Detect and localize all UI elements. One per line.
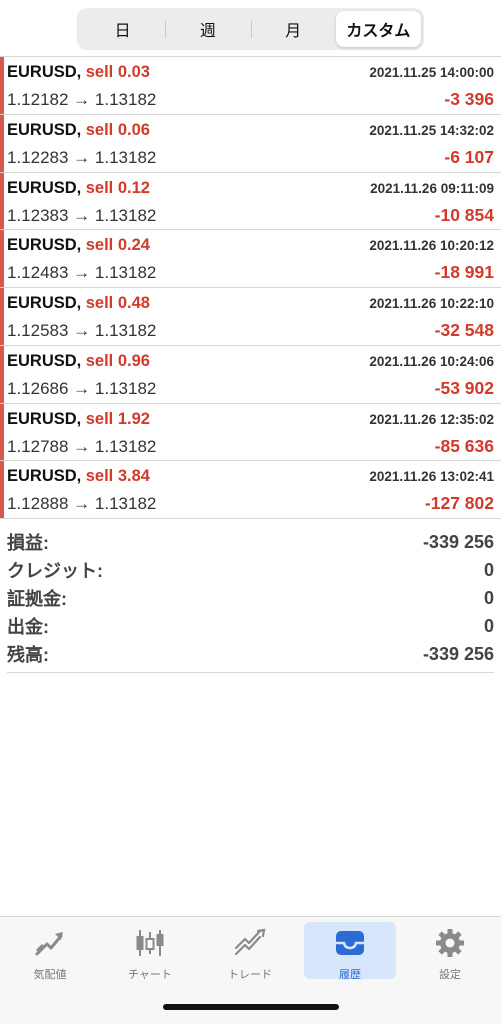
trade-prices: 1.12788 → 1.13182 — [7, 436, 157, 456]
trade-side-volume: sell 3.84 — [85, 467, 150, 486]
trade-prices: 1.12686 → 1.13182 — [7, 378, 157, 398]
period-tab-custom[interactable]: カスタム — [335, 11, 421, 47]
trade-profit: -127 802 — [424, 493, 494, 514]
trade-time: 2021.11.26 12:35:02 — [369, 411, 494, 427]
trade-prices: 1.12483 → 1.13182 — [7, 263, 157, 283]
trade-time: 2021.11.26 13:02:41 — [369, 469, 494, 485]
trade-symbol: EURUSD, — [7, 409, 82, 428]
summary-label: 損益: — [7, 533, 49, 553]
tab-label: 履歴 — [339, 969, 361, 981]
tab-trade[interactable]: トレード — [204, 922, 296, 981]
quotes-icon — [33, 922, 67, 963]
summary-balance-row: 残高: -339 256 — [7, 640, 494, 668]
period-segmented-control: 日 週 月 カスタム — [77, 8, 424, 50]
trade-symbol: EURUSD, — [7, 178, 82, 197]
trade-symbol: EURUSD, — [7, 236, 82, 255]
trade-profit: -53 902 — [434, 377, 494, 398]
trade-profit: -18 991 — [434, 262, 494, 283]
trade-side-volume: sell 0.24 — [85, 236, 150, 255]
tab-label: 気配値 — [33, 969, 67, 981]
trade-symbol: EURUSD, — [7, 351, 82, 370]
trade-time: 2021.11.25 14:32:02 — [369, 122, 494, 138]
summary-label: クレジット: — [7, 561, 103, 581]
history-inbox-icon — [333, 922, 367, 963]
tab-settings[interactable]: 設定 — [404, 922, 496, 981]
period-tab-day[interactable]: 日 — [80, 11, 165, 47]
trade-row[interactable]: EURUSD, sell 0.48 2021.11.26 10:22:10 1.… — [0, 288, 501, 346]
trade-row[interactable]: EURUSD, sell 3.84 2021.11.26 13:02:41 1.… — [0, 461, 501, 519]
candlestick-chart-icon — [133, 922, 167, 963]
trade-time: 2021.11.25 14:00:00 — [369, 65, 494, 80]
summary-value: -339 256 — [422, 643, 494, 664]
trade-time: 2021.11.26 10:20:12 — [369, 238, 494, 254]
summary-value: 0 — [483, 615, 494, 636]
tab-chart[interactable]: チャート — [104, 922, 196, 981]
summary-deposit-row: 証拠金: 0 — [7, 584, 494, 612]
summary-value: 0 — [483, 559, 494, 580]
trade-symbol: EURUSD, — [7, 120, 82, 139]
tab-label: トレード — [228, 969, 272, 981]
trade-row[interactable]: EURUSD, sell 0.06 2021.11.25 14:32:02 1.… — [0, 114, 501, 173]
period-tab-week[interactable]: 週 — [165, 11, 250, 47]
account-summary: 損益: -339 256 クレジット: 0 証拠金: 0 出金: 0 残高: -… — [7, 528, 494, 668]
trade-side-volume: sell 1.92 — [85, 409, 150, 428]
home-indicator — [163, 1004, 339, 1010]
trade-side-volume: sell 0.96 — [85, 351, 150, 370]
trade-time: 2021.11.26 09:11:09 — [370, 180, 494, 196]
trade-profit: -10 854 — [434, 204, 494, 225]
trade-row[interactable]: EURUSD, sell 0.12 2021.11.26 09:11:09 1.… — [0, 172, 501, 231]
trade-profit: -3 396 — [444, 89, 494, 109]
summary-value: -339 256 — [422, 531, 494, 552]
trade-symbol: EURUSD, — [7, 63, 82, 81]
trade-row[interactable]: EURUSD, sell 0.24 2021.11.26 10:20:12 1.… — [0, 230, 501, 288]
trade-prices: 1.12182 → 1.13182 — [7, 90, 157, 109]
trade-side-volume: sell 0.03 — [85, 63, 150, 81]
trade-symbol: EURUSD, — [7, 294, 82, 312]
summary-credit-row: クレジット: 0 — [7, 556, 494, 584]
trade-profit: -6 107 — [444, 146, 494, 167]
trade-prices: 1.12283 → 1.13182 — [7, 147, 157, 167]
trade-prices: 1.12888 → 1.13182 — [7, 494, 157, 514]
trade-side-volume: sell 0.06 — [85, 120, 150, 139]
trade-history-list: EURUSD, sell 0.03 2021.11.25 14:00:00 1.… — [0, 57, 501, 519]
trade-profit: -85 636 — [434, 435, 494, 456]
trade-row[interactable]: EURUSD, sell 1.92 2021.11.26 12:35:02 1.… — [0, 403, 501, 462]
summary-value: 0 — [483, 587, 494, 608]
summary-profit-row: 損益: -339 256 — [7, 528, 494, 556]
trade-time: 2021.11.26 10:22:10 — [369, 296, 494, 311]
gear-icon — [433, 922, 467, 963]
trade-side-volume: sell 0.12 — [85, 178, 150, 197]
summary-divider — [7, 672, 494, 673]
tab-label: チャート — [128, 969, 172, 981]
trade-symbol: EURUSD, — [7, 467, 82, 486]
trade-row[interactable]: EURUSD, sell 0.96 2021.11.26 10:24:06 1.… — [0, 345, 501, 404]
trade-profit: -32 548 — [434, 320, 494, 340]
summary-label: 残高: — [7, 645, 49, 665]
summary-label: 出金: — [7, 617, 49, 637]
summary-label: 証拠金: — [7, 589, 67, 609]
trade-time: 2021.11.26 10:24:06 — [369, 353, 494, 369]
tab-quotes[interactable]: 気配値 — [4, 922, 96, 981]
summary-withdrawal-row: 出金: 0 — [7, 612, 494, 640]
period-tab-month[interactable]: 月 — [250, 11, 336, 47]
trade-prices: 1.12583 → 1.13182 — [7, 321, 157, 340]
trade-side-volume: sell 0.48 — [85, 294, 150, 312]
tab-label: 設定 — [439, 969, 461, 981]
trade-row[interactable]: EURUSD, sell 0.03 2021.11.25 14:00:00 1.… — [0, 57, 501, 115]
tab-history[interactable]: 履歴 — [304, 922, 396, 981]
trade-prices: 1.12383 → 1.13182 — [7, 205, 157, 225]
trade-icon — [233, 922, 267, 963]
